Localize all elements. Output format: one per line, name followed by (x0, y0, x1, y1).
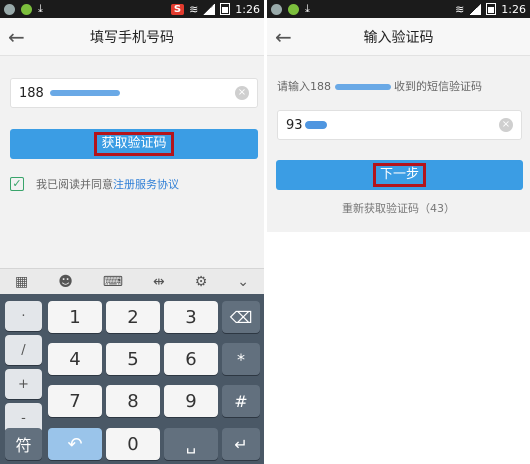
status-time: 1:26 (235, 2, 260, 16)
apps-icon[interactable]: ▦ (15, 274, 28, 290)
space-icon: ␣ (185, 434, 197, 454)
download-icon: ⤓ (38, 2, 43, 15)
back-arrow-icon[interactable]: ← (275, 25, 292, 49)
get-code-label: 获取验证码 (94, 132, 174, 156)
key-8[interactable]: 8 (106, 385, 160, 417)
return-key[interactable]: ↶ (48, 428, 102, 460)
redaction-mark (304, 121, 327, 129)
terms-link[interactable]: 注册服务协议 (113, 176, 179, 192)
undo-icon: ↶ (67, 433, 83, 455)
cursor-icon[interactable]: ⇹ (153, 274, 165, 290)
key-dot[interactable]: · (5, 301, 42, 331)
get-code-button[interactable]: 获取验证码 (10, 129, 258, 159)
emoji-icon[interactable]: ☻ (58, 274, 73, 290)
title-bar: ← 填写手机号码 (0, 18, 264, 56)
status-bar: ⤓ S ≋ 1:26 (0, 0, 264, 18)
key-star[interactable]: * (222, 343, 260, 375)
keyboard-icon[interactable]: ⌨ (103, 274, 123, 290)
phone-number-value: 188 (19, 85, 44, 101)
agree-checkbox[interactable]: ✓ (10, 177, 24, 191)
collapse-keyboard-icon[interactable]: ⌄ (237, 274, 249, 290)
redaction-mark (334, 84, 391, 90)
back-arrow-icon[interactable]: ← (8, 25, 25, 49)
right-screen: ⤓ ≋ 1:26 ← 输入验证码 请输入188 收到的短信验证码 93 × 下一… (267, 0, 530, 232)
key-9[interactable]: 9 (164, 385, 218, 417)
signal-icon (469, 3, 482, 15)
key-4[interactable]: 4 (48, 343, 102, 375)
key-plus[interactable]: + (5, 369, 42, 399)
key-6[interactable]: 6 (164, 343, 218, 375)
space-key[interactable]: ␣ (164, 428, 218, 460)
next-step-label: 下一步 (372, 163, 426, 187)
hint-prefix: 请输入188 (277, 80, 331, 93)
key-2[interactable]: 2 (106, 301, 160, 333)
settings-icon[interactable]: ⚙ (195, 274, 208, 290)
battery-icon (220, 3, 231, 15)
status-badge: S (170, 3, 185, 15)
left-screen: ⤓ S ≋ 1:26 ← 填写手机号码 188 × 获取验证码 ✓ 我已阅读并同… (0, 0, 264, 464)
enter-icon: ↵ (234, 434, 248, 454)
key-7[interactable]: 7 (48, 385, 102, 417)
status-time: 1:26 (501, 2, 526, 16)
sync-notification-icon (288, 3, 299, 15)
keyboard-toolbar: ▦ ☻ ⌨ ⇹ ⚙ ⌄ (0, 268, 264, 294)
clear-icon[interactable]: × (499, 118, 513, 132)
hint-suffix: 收到的短信验证码 (394, 80, 482, 93)
backspace-key[interactable]: ⌫ (222, 301, 260, 333)
phone-number-input[interactable]: 188 × (10, 78, 258, 108)
agree-text: 我已阅读并同意 (36, 178, 113, 191)
key-symbols[interactable]: 符 (5, 428, 42, 460)
key-5[interactable]: 5 (106, 343, 160, 375)
key-1[interactable]: 1 (48, 301, 102, 333)
clear-icon[interactable]: × (235, 86, 249, 100)
sync-notification-icon (21, 3, 32, 15)
page-title: 输入验证码 (363, 29, 434, 46)
signal-icon (203, 3, 216, 15)
page-title: 填写手机号码 (90, 29, 174, 46)
key-0[interactable]: 0 (106, 428, 160, 460)
agreement-row: ✓ 我已阅读并同意 注册服务协议 (10, 176, 179, 192)
next-step-button[interactable]: 下一步 (276, 160, 523, 190)
verification-code-input[interactable]: 93 × (277, 110, 522, 140)
title-bar: ← 输入验证码 (267, 18, 530, 56)
enter-key[interactable]: ↵ (222, 428, 260, 460)
key-hash[interactable]: # (222, 385, 260, 417)
sms-hint: 请输入188 收到的短信验证码 (277, 78, 482, 94)
resend-code-link[interactable]: 重新获取验证码（43） (267, 200, 530, 216)
status-bar: ⤓ ≋ 1:26 (267, 0, 530, 18)
numeric-keypad: · / + - 符 1 2 3 ⌫ 4 5 6 * 7 8 9 # ↶ 0 ␣ … (0, 294, 264, 464)
code-value: 93 (286, 117, 303, 133)
battery-icon (486, 3, 497, 15)
redaction-mark (49, 90, 120, 96)
key-slash[interactable]: / (5, 335, 42, 365)
download-icon: ⤓ (305, 2, 310, 15)
wifi-icon: ≋ (455, 2, 465, 16)
backspace-icon: ⌫ (229, 307, 253, 327)
app-notification-icon (271, 3, 282, 15)
key-3[interactable]: 3 (164, 301, 218, 333)
app-notification-icon (4, 3, 15, 15)
wifi-icon: ≋ (189, 2, 199, 16)
